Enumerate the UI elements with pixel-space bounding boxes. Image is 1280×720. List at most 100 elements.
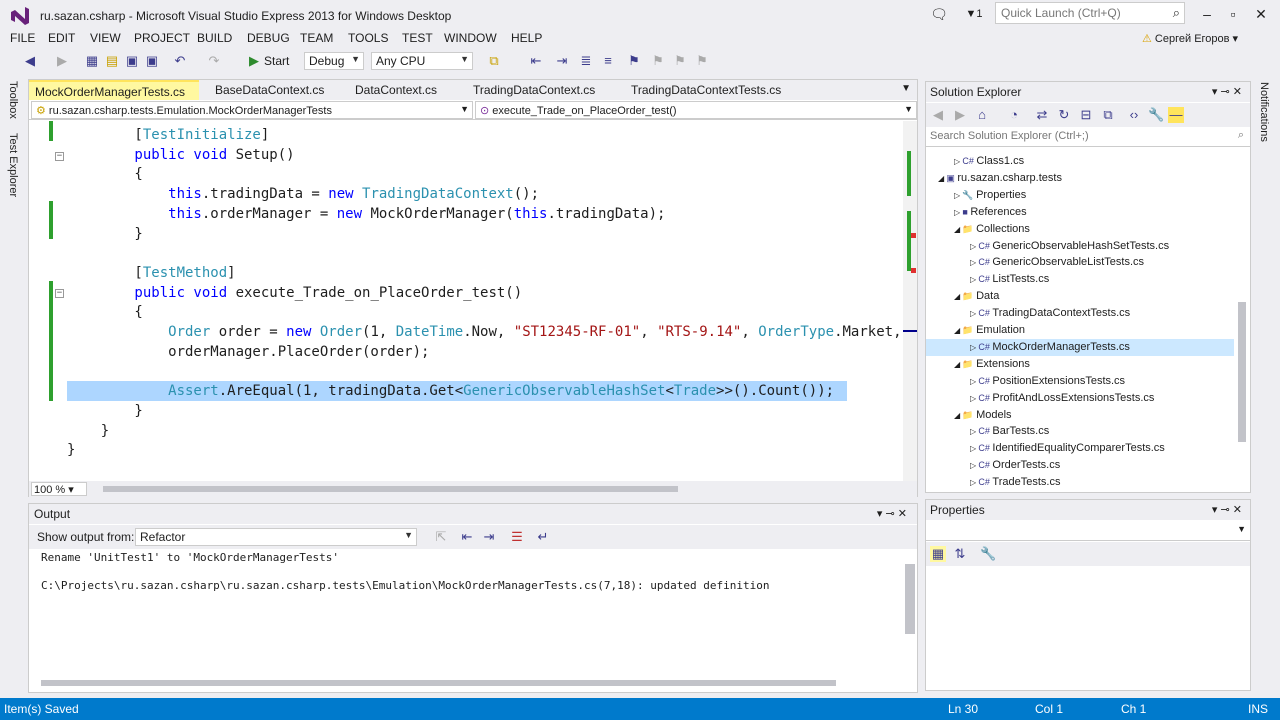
- pin-icon[interactable]: ⊸: [1221, 86, 1230, 98]
- start-button[interactable]: Start: [264, 54, 289, 68]
- menu-tools[interactable]: TOOLS: [348, 31, 388, 45]
- maximize-button[interactable]: ▫: [1222, 3, 1244, 25]
- bookmark-icon[interactable]: ⚑: [626, 53, 642, 69]
- prev-bookmark-icon[interactable]: ⚑: [650, 53, 666, 69]
- platform-dropdown[interactable]: Any CPU ▼: [371, 52, 473, 70]
- type-dropdown[interactable]: ⚙ ru.sazan.csharp.tests.Emulation.MockOr…: [31, 101, 473, 119]
- dropdown-icon[interactable]: ▾: [1212, 504, 1218, 516]
- dropdown-icon[interactable]: ▾: [877, 508, 883, 520]
- code-line[interactable]: Order order = new Order(1, DateTime.Now,…: [67, 322, 901, 342]
- test-explorer-tab[interactable]: Test Explorer: [7, 133, 19, 197]
- close-button[interactable]: ✕: [1250, 3, 1272, 25]
- code-line[interactable]: this.orderManager = new MockOrderManager…: [67, 204, 665, 224]
- properties-icon[interactable]: 🔧: [1148, 107, 1164, 123]
- refresh-icon[interactable]: ↻: [1056, 107, 1072, 123]
- code-line[interactable]: Assert.AreEqual(1, tradingData.Get<Gener…: [67, 381, 847, 402]
- collapse-icon[interactable]: −: [55, 152, 64, 161]
- next-bookmark-icon[interactable]: ⚑: [672, 53, 688, 69]
- open-file-icon[interactable]: ▤: [104, 53, 120, 69]
- redo-icon[interactable]: ↷: [206, 53, 222, 69]
- tree-item[interactable]: ◢ ▣ ru.sazan.csharp.tests: [926, 170, 1234, 187]
- indent-icon[interactable]: ⇥: [554, 53, 570, 69]
- save-icon[interactable]: ▣: [124, 53, 140, 69]
- find-message-icon[interactable]: ⇱: [433, 529, 449, 545]
- code-line[interactable]: }: [67, 224, 142, 244]
- toolbox-tab[interactable]: Toolbox: [7, 81, 19, 119]
- close-icon[interactable]: ✕: [1233, 504, 1242, 516]
- menu-view[interactable]: VIEW: [90, 31, 121, 45]
- code-line[interactable]: }: [67, 401, 142, 421]
- output-scrollbar[interactable]: [905, 564, 915, 634]
- tree-item[interactable]: ▷ C# ListTests.cs: [926, 271, 1234, 288]
- close-icon[interactable]: ✕: [898, 508, 907, 520]
- tree-item[interactable]: ▷ 🔧 Properties: [926, 187, 1234, 204]
- uncomment-icon[interactable]: ≡: [600, 53, 616, 69]
- tree-item[interactable]: ◢ 📁 Emulation: [926, 322, 1234, 339]
- tree-item[interactable]: ▷ C# IdentifiedEqualityComparerTests.cs: [926, 440, 1234, 457]
- new-project-icon[interactable]: ▦: [84, 53, 100, 69]
- menu-file[interactable]: FILE: [10, 31, 35, 45]
- horizontal-scrollbar-thumb[interactable]: [103, 486, 678, 492]
- menu-debug[interactable]: DEBUG: [247, 31, 290, 45]
- tree-item[interactable]: ▷ C# Class1.cs: [926, 153, 1234, 170]
- save-all-icon[interactable]: ▣: [144, 53, 160, 69]
- configuration-dropdown[interactable]: Debug ▼: [304, 52, 364, 70]
- back-icon[interactable]: ◀: [22, 53, 38, 69]
- code-line[interactable]: public void execute_Trade_on_PlaceOrder_…: [67, 283, 522, 303]
- tree-item[interactable]: ▷ C# ProfitAndLossExtensionsTests.cs: [926, 390, 1234, 407]
- vertical-scrollbar[interactable]: [903, 121, 917, 481]
- tab-tradingdatacontext[interactable]: TradingDataContext.cs: [467, 80, 601, 100]
- show-all-files-icon[interactable]: ⧉: [1100, 107, 1116, 123]
- start-icon[interactable]: ▶: [246, 53, 262, 69]
- home-icon[interactable]: ⌂: [974, 107, 990, 123]
- member-dropdown[interactable]: ⊙ execute_Trade_on_PlaceOrder_test() ▼: [475, 101, 917, 119]
- property-pages-icon[interactable]: 🔧: [980, 546, 996, 562]
- pending-changes-icon[interactable]: ◔: [1006, 107, 1022, 123]
- zoom-dropdown[interactable]: 100 % ▾: [31, 482, 87, 496]
- tree-item[interactable]: ▷ C# PositionExtensionsTests.cs: [926, 373, 1234, 390]
- pin-icon[interactable]: ⊸: [886, 508, 895, 520]
- alphabetical-icon[interactable]: ⇅: [952, 546, 968, 562]
- forward-icon[interactable]: ▶: [952, 107, 968, 123]
- quick-launch-input[interactable]: Quick Launch (Ctrl+Q) ⌕: [995, 2, 1185, 24]
- code-area[interactable]: − − [TestInitialize] public void Setup()…: [29, 121, 902, 481]
- code-line[interactable]: orderManager.PlaceOrder(order);: [67, 342, 429, 362]
- output-h-scrollbar[interactable]: [41, 680, 836, 686]
- tree-item[interactable]: ◢ 📁 Extensions: [926, 356, 1234, 373]
- word-wrap-icon[interactable]: ↵: [535, 529, 551, 545]
- tab-basedatacontext[interactable]: BaseDataContext.cs: [209, 80, 330, 100]
- view-code-icon[interactable]: ‹›: [1126, 107, 1142, 123]
- notifications-flag[interactable]: ▼ 1: [960, 3, 988, 25]
- browser-link-icon[interactable]: ⧉: [486, 53, 502, 69]
- menu-build[interactable]: BUILD: [197, 31, 232, 45]
- output-source-dropdown[interactable]: Refactor ▼: [135, 528, 417, 546]
- undo-icon[interactable]: ↶: [172, 53, 188, 69]
- tree-item[interactable]: ▷ C# TradingDataContextTests.cs: [926, 305, 1234, 322]
- tree-item[interactable]: ▷ C# GenericObservableHashSetTests.cs: [926, 238, 1234, 255]
- feedback-icon[interactable]: 🗨: [930, 3, 948, 25]
- sync-icon[interactable]: ⇄: [1034, 107, 1050, 123]
- user-account[interactable]: ⚠ Сергей Егоров ▾: [1142, 32, 1238, 45]
- tree-item[interactable]: ▷ ■ References: [926, 204, 1234, 221]
- clear-bookmarks-icon[interactable]: ⚑: [694, 53, 710, 69]
- tab-tradingdatacontexttests[interactable]: TradingDataContextTests.cs: [625, 80, 787, 100]
- code-line[interactable]: this.tradingData = new TradingDataContex…: [67, 184, 539, 204]
- tree-item[interactable]: ▷ C# OrderTests.cs: [926, 457, 1234, 474]
- collapse-all-icon[interactable]: ⊟: [1078, 107, 1094, 123]
- tab-mockordermanagertests[interactable]: MockOrderManagerTests.cs ⊸ ✕: [29, 80, 199, 113]
- comment-icon[interactable]: ⇤: [528, 53, 544, 69]
- tree-item[interactable]: ▷ C# TradeTests.cs: [926, 474, 1234, 491]
- code-line[interactable]: public void Setup(): [67, 145, 294, 165]
- menu-window[interactable]: WINDOW: [444, 31, 497, 45]
- preview-icon[interactable]: —: [1168, 107, 1184, 123]
- forward-icon[interactable]: ▶: [54, 53, 70, 69]
- code-line[interactable]: [TestMethod]: [67, 263, 235, 283]
- tree-scrollbar[interactable]: [1238, 302, 1246, 442]
- next-message-icon[interactable]: ⇥: [481, 529, 497, 545]
- solution-search-input[interactable]: Search Solution Explorer (Ctrl+;) ⌕: [926, 127, 1250, 147]
- collapse-icon[interactable]: −: [55, 289, 64, 298]
- tree-item[interactable]: ▷ C# MockOrderManagerTests.cs: [926, 338, 1234, 356]
- code-line[interactable]: }: [67, 421, 109, 441]
- tab-overflow-icon[interactable]: ▼: [901, 83, 911, 94]
- code-line[interactable]: [TestInitialize]: [67, 125, 269, 145]
